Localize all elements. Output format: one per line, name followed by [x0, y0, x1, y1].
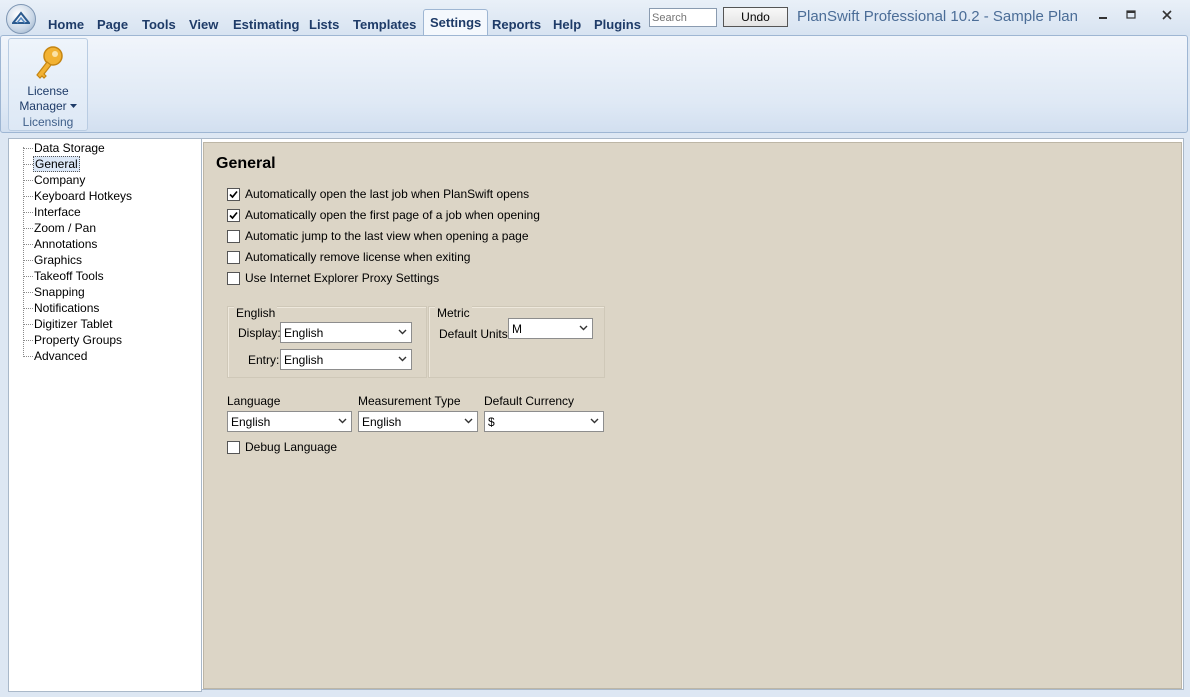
option-label: Debug Language	[245, 440, 338, 454]
settings-content-panel: General Automatically open the last job …	[201, 138, 1184, 690]
measurement-type-select[interactable]: English	[358, 411, 478, 432]
option-label: Automatically remove license when exitin…	[245, 250, 471, 264]
tab-view[interactable]: View	[189, 15, 218, 35]
minimize-icon	[1099, 17, 1107, 19]
close-button[interactable]	[1153, 6, 1181, 26]
option-label: Automatic jump to the last view when ope…	[245, 229, 529, 243]
window-title: PlanSwift Professional 10.2 - Sample Pla…	[797, 8, 1078, 25]
select-value: English	[284, 353, 324, 367]
tree-item-label: Advanced	[34, 349, 88, 363]
default-units-select[interactable]: M	[508, 318, 593, 339]
default-units-label: Default Units:	[439, 327, 512, 341]
select-value: $	[488, 415, 495, 429]
general-settings-page: General Automatically open the last job …	[203, 142, 1182, 689]
tree-item-label: Snapping	[34, 285, 85, 299]
checkbox[interactable]	[227, 209, 240, 222]
license-manager-button[interactable]: License Manager	[11, 41, 85, 115]
tree-item-label: Company	[34, 173, 86, 187]
default-currency-select[interactable]: $	[484, 411, 604, 432]
search-input[interactable]	[649, 8, 717, 27]
tree-item-label: Data Storage	[34, 141, 105, 155]
tab-help[interactable]: Help	[553, 15, 581, 35]
tab-page[interactable]: Page	[97, 15, 128, 35]
tab-templates[interactable]: Templates	[353, 15, 416, 35]
app-menu-button[interactable]	[6, 4, 36, 34]
close-icon	[1162, 10, 1172, 20]
tree-item-label: Notifications	[34, 301, 100, 315]
tree-item-label: Annotations	[34, 237, 98, 251]
checkbox[interactable]	[227, 230, 240, 243]
measurement-type-label: Measurement Type	[358, 394, 461, 408]
tree-item-label: Interface	[34, 205, 81, 219]
metric-units-group: Metric Default Units: M	[428, 306, 605, 378]
select-value: English	[362, 415, 402, 429]
language-select[interactable]: English	[227, 411, 352, 432]
chevron-down-icon	[464, 418, 473, 424]
license-manager-label-1: License	[27, 84, 69, 98]
tree-connector	[23, 147, 24, 357]
group-title: Metric	[435, 306, 472, 320]
tab-tools[interactable]: Tools	[142, 15, 176, 35]
tab-estimating[interactable]: Estimating	[233, 15, 299, 35]
default-currency-label: Default Currency	[484, 394, 575, 408]
minimize-button[interactable]	[1089, 6, 1117, 26]
license-manager-label-2: Manager	[11, 99, 85, 113]
tree-item-label: General	[33, 156, 80, 172]
group-label: Licensing	[22, 115, 74, 129]
chevron-down-icon	[398, 356, 407, 362]
select-value: M	[512, 322, 522, 336]
option-label: Use Internet Explorer Proxy Settings	[245, 271, 440, 285]
checkbox[interactable]	[227, 272, 240, 285]
entry-units-select[interactable]: English	[280, 349, 412, 370]
tree-item-label: Zoom / Pan	[34, 221, 97, 235]
app-logo-icon	[12, 11, 30, 24]
settings-tree: Data Storage General Company Keyboard Ho…	[8, 138, 202, 692]
tree-item-label: Takeoff Tools	[34, 269, 104, 283]
title-bar: Home Page Tools View Estimating Lists Te…	[0, 0, 1190, 36]
tab-plugins[interactable]: Plugins	[594, 15, 641, 35]
undo-button[interactable]: Undo	[723, 7, 788, 27]
group-title: English	[234, 306, 278, 320]
checkmark-icon	[229, 190, 238, 199]
licensing-group: License Manager Licensing	[8, 38, 88, 131]
entry-label: Entry:	[248, 353, 280, 367]
key-icon	[36, 46, 63, 79]
select-value: English	[284, 326, 324, 340]
tree-item-label: Digitizer Tablet	[34, 317, 113, 331]
maximize-icon	[1126, 10, 1136, 19]
option-label: Automatically open the first page of a j…	[245, 208, 540, 222]
chevron-down-icon	[398, 329, 407, 335]
chevron-down-icon	[579, 325, 588, 331]
ribbon-panel: License Manager Licensing	[0, 35, 1188, 133]
display-units-select[interactable]: English	[280, 322, 412, 343]
tree-item-label: Graphics	[34, 253, 83, 267]
checkbox[interactable]	[227, 441, 240, 454]
page-title: General	[216, 155, 276, 172]
english-units-group: English Display: English Entry: English	[227, 306, 427, 378]
tab-home[interactable]: Home	[48, 15, 84, 35]
chevron-down-icon	[590, 418, 599, 424]
checkbox[interactable]	[227, 251, 240, 264]
checkmark-icon	[229, 211, 238, 220]
select-value: English	[231, 415, 271, 429]
tab-reports[interactable]: Reports	[492, 15, 541, 35]
display-label: Display:	[238, 326, 281, 340]
option-label: Automatically open the last job when Pla…	[245, 187, 530, 201]
tab-lists[interactable]: Lists	[309, 15, 339, 35]
chevron-down-icon	[338, 418, 347, 424]
checkbox[interactable]	[227, 188, 240, 201]
language-label: Language	[227, 394, 281, 408]
maximize-button[interactable]	[1117, 6, 1145, 26]
tree-item-label: Keyboard Hotkeys	[34, 189, 133, 203]
dropdown-arrow-icon	[69, 104, 77, 109]
tree-item-label: Property Groups	[34, 333, 123, 347]
tab-settings[interactable]: Settings	[423, 9, 489, 36]
